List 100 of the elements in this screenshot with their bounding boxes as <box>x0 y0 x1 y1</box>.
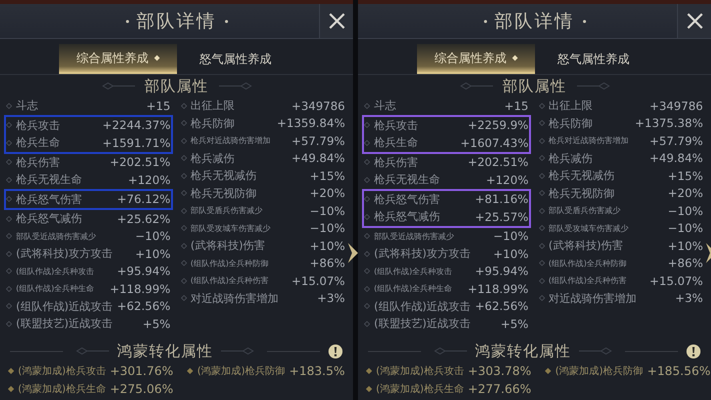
diamond-icon <box>6 320 12 327</box>
attribute-label: 枪兵无视防御 <box>548 186 616 201</box>
bonus-label: (鸿蒙加成)枪兵攻击 <box>376 364 464 378</box>
attribute-value: +120% <box>486 172 528 187</box>
close-button[interactable] <box>677 4 711 38</box>
attribute-label: 枪兵无视减伤 <box>190 168 258 184</box>
info-icon[interactable] <box>328 344 343 358</box>
attribute-value: +1359.84% <box>276 116 345 130</box>
attribute-label: (组队作战)全兵种防御 <box>548 258 628 269</box>
attribute-value: −10% <box>310 221 345 236</box>
diamond-icon <box>6 196 12 202</box>
attribute-value: −10% <box>310 204 345 218</box>
attribute-value: +62.56% <box>475 299 528 314</box>
attribute-label: 枪兵无视减伤 <box>548 168 616 184</box>
attribute-value: +15% <box>668 168 703 183</box>
attribute-value: +3% <box>317 291 345 306</box>
bonus-label: (鸿蒙加成)枪兵生命 <box>376 382 464 396</box>
diamond-icon <box>364 286 370 292</box>
diamond-icon <box>180 172 186 179</box>
attribute-value: +2259.9% <box>468 118 528 132</box>
attribute-value: +10% <box>668 238 703 253</box>
attribute-label: 枪兵怒气减伤 <box>374 209 441 224</box>
diamond-icon <box>538 155 544 162</box>
diamond-icon <box>538 260 544 266</box>
attribute-label: 枪兵对近战骑伤害增加 <box>548 135 630 146</box>
attribute-label: 部队受盾兵伤害减少 <box>548 205 622 216</box>
attribute-value: +76.12% <box>117 192 170 206</box>
attribute-label: 出征上限 <box>190 98 236 114</box>
attribute-label: 枪兵无视生命 <box>16 172 83 188</box>
section-title: 部队属性 <box>502 76 566 96</box>
bonus-label: (鸿蒙加成)枪兵攻击 <box>18 364 106 378</box>
close-button[interactable] <box>319 4 353 38</box>
attribute-label: 对近战骑伤害增加 <box>190 290 280 306</box>
attribute-label: 枪兵对近战骑伤害增加 <box>190 135 272 146</box>
bonus-value: +183.5% <box>289 364 345 378</box>
diamond-icon <box>180 138 186 144</box>
bonus-value: +303.78% <box>468 364 532 378</box>
attribute-value: +49.84% <box>292 151 345 166</box>
attribute-label: 部队受盾兵伤害减少 <box>190 205 264 216</box>
diamond-icon <box>545 368 552 374</box>
diamond-icon <box>538 138 544 144</box>
diamond-icon <box>6 140 12 146</box>
attribute-value: +57.79% <box>650 134 703 148</box>
diamond-icon <box>180 260 186 266</box>
attribute-label: (组队作战)全兵种伤害 <box>190 275 270 286</box>
attribute-label: (武将科技)攻方攻击 <box>374 246 472 262</box>
diamond-icon <box>364 268 370 274</box>
diamond-icon <box>180 190 186 196</box>
attribute-label: 枪兵伤害 <box>16 154 61 170</box>
attribute-value: +1375.38% <box>634 116 703 130</box>
diamond-icon <box>6 159 12 166</box>
attribute-value: +10% <box>310 238 345 253</box>
diamond-icon <box>538 225 544 232</box>
diamond-icon <box>6 176 12 183</box>
attribute-value: +120% <box>128 172 170 187</box>
info-icon[interactable] <box>686 344 701 358</box>
tab[interactable]: 怒气属性养成 <box>534 44 652 74</box>
attribute-value: +349786 <box>291 98 345 113</box>
diamond-icon <box>538 120 544 126</box>
section-title: 鸿蒙转化属性 <box>117 342 213 360</box>
attribute-value: +118.99% <box>110 282 170 296</box>
diamond-icon <box>6 233 12 240</box>
attribute-label: (联盟技艺)近战攻击 <box>374 316 472 332</box>
attribute-label: (组队作战)全兵种攻击 <box>374 266 454 277</box>
diamond-icon <box>180 155 186 162</box>
diamond-icon <box>6 122 12 128</box>
tab[interactable]: 综合属性养成 <box>416 44 534 74</box>
bonus-value: +275.06% <box>110 382 174 396</box>
attribute-label: 枪兵攻击 <box>374 118 419 133</box>
diamond-icon <box>538 172 544 179</box>
attribute-value: +2244.37% <box>102 118 170 132</box>
attribute-value: +10% <box>493 246 528 261</box>
attribute-value: −10% <box>493 229 528 244</box>
bonus-label: (鸿蒙加成)枪兵防御 <box>197 364 286 378</box>
panel-title: 部队详情 <box>494 10 574 33</box>
attribute-value: +349786 <box>649 98 703 113</box>
diamond-icon <box>8 386 14 392</box>
diamond-icon <box>180 242 186 249</box>
diamond-icon <box>180 208 186 214</box>
close-icon <box>686 12 704 30</box>
close-icon <box>328 12 346 30</box>
bonus-value: +277.66% <box>468 382 532 396</box>
diamond-icon <box>180 102 186 109</box>
attribute-label: (武将科技)伤害 <box>190 238 266 254</box>
attribute-label: (组队作战)全兵种攻击 <box>16 266 96 277</box>
attribute-value: +20% <box>310 186 345 200</box>
attribute-label: 枪兵减伤 <box>548 150 594 166</box>
attribute-value: +86% <box>668 256 703 270</box>
attribute-label: (武将科技)攻方攻击 <box>16 246 114 262</box>
attribute-value: +15.07% <box>650 274 703 288</box>
attribute-label: 部队受攻城车伤害减少 <box>548 222 630 234</box>
diamond-icon <box>364 176 370 183</box>
diamond-icon <box>364 303 370 310</box>
diamond-icon <box>364 196 370 202</box>
attribute-value: +15.07% <box>292 274 345 288</box>
tab[interactable]: 怒气属性养成 <box>176 44 294 74</box>
next-arrow-icon[interactable] <box>347 242 359 264</box>
tab[interactable]: 综合属性养成 <box>58 44 176 74</box>
attribute-value: +49.84% <box>650 151 703 166</box>
attribute-value: +95.94% <box>475 264 528 278</box>
